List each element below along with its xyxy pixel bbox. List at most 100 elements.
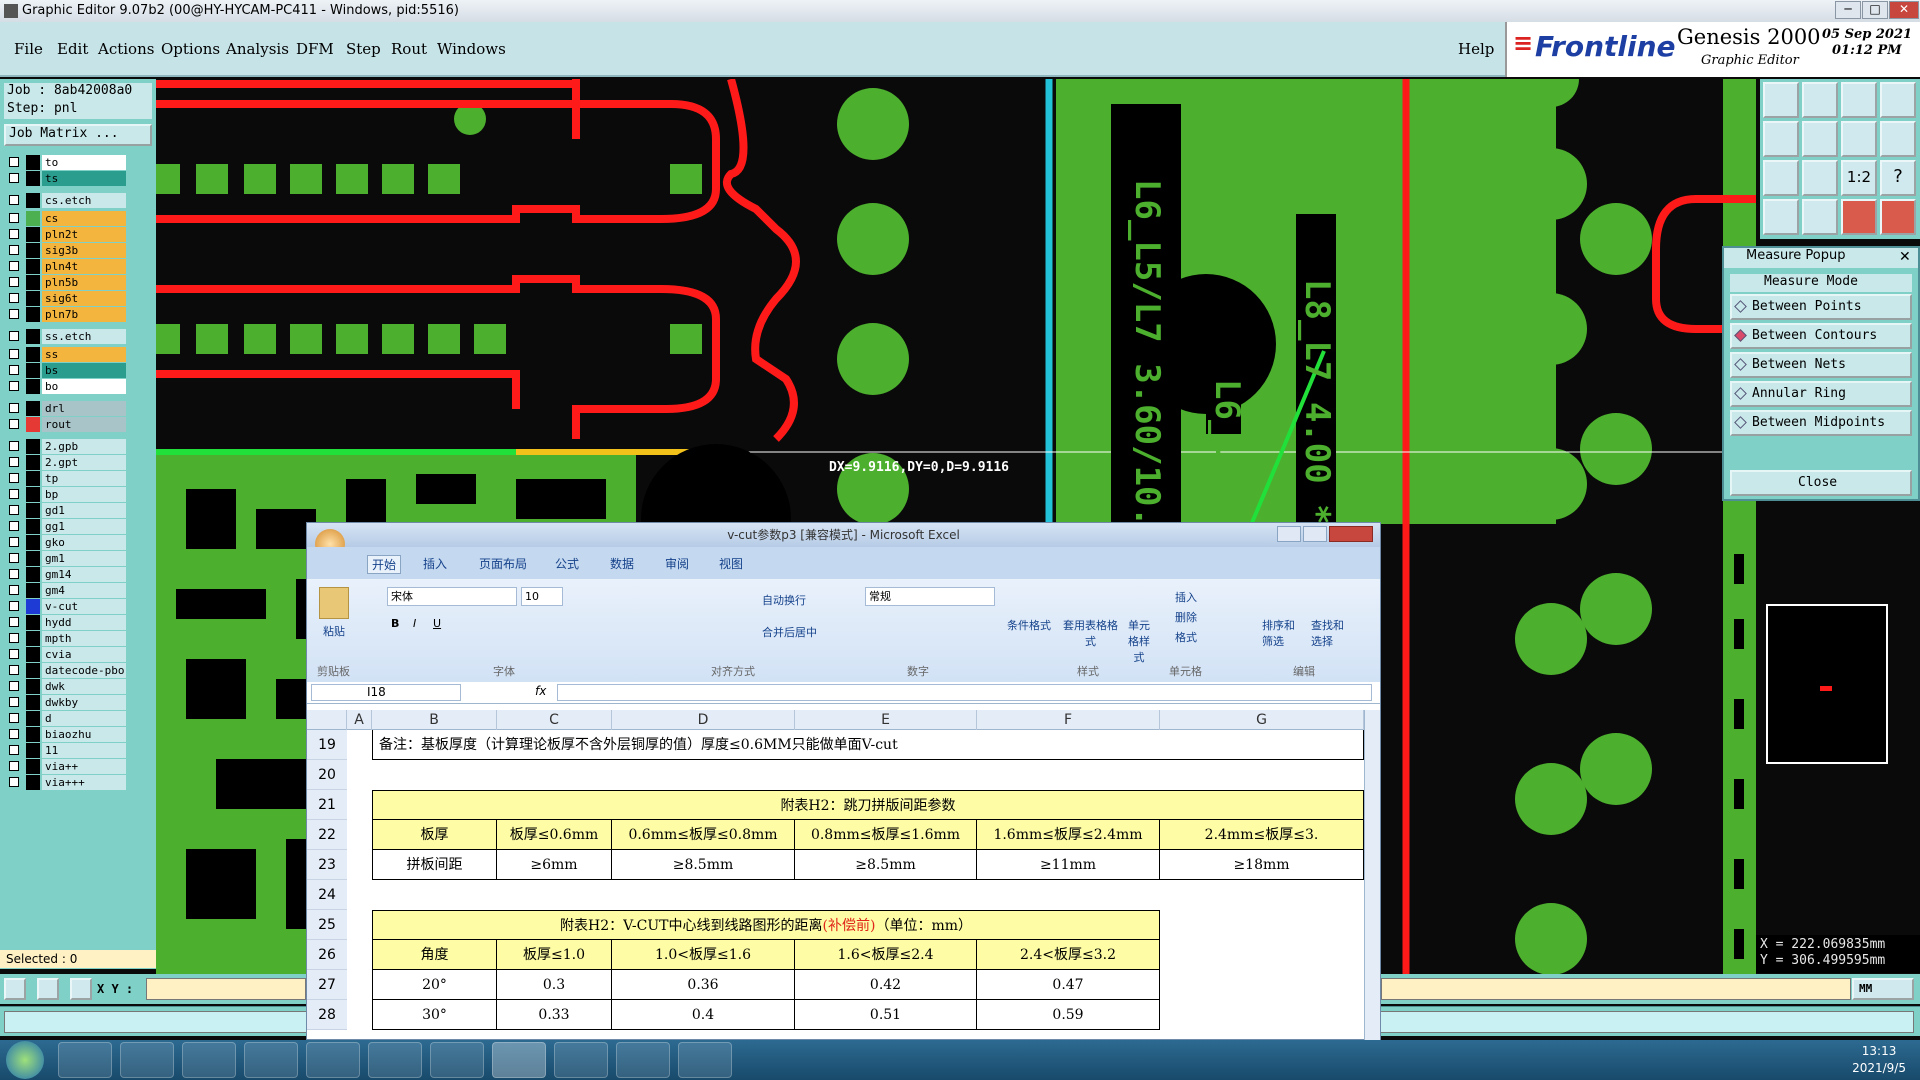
table-vcut-cell[interactable]: 0.33 (497, 1000, 612, 1030)
layer-checkbox[interactable] (9, 585, 19, 595)
row-header-27[interactable]: 27 (307, 970, 347, 1000)
layer-color-swatch[interactable] (26, 155, 40, 170)
measure-close-button[interactable]: Close (1730, 470, 1912, 496)
tool-home-icon[interactable] (1763, 82, 1799, 118)
layer-name[interactable]: biaozhu (42, 727, 126, 742)
table-h2-header-cell[interactable]: 2.4mm≤板厚≤3. (1160, 820, 1364, 850)
row-header-23[interactable]: 23 (307, 850, 347, 880)
paste-icon[interactable] (319, 587, 349, 619)
table-vcut-cell[interactable]: 30° (372, 1000, 497, 1030)
layer-name[interactable]: v-cut (42, 599, 126, 614)
mini-map[interactable] (1766, 604, 1888, 764)
tool-window-icon[interactable] (1880, 82, 1916, 118)
layer-checkbox[interactable] (9, 293, 19, 303)
layer-checkbox[interactable] (9, 537, 19, 547)
menu-edit[interactable]: Edit (57, 40, 88, 58)
layer-checkbox[interactable] (9, 633, 19, 643)
layer-color-swatch[interactable] (26, 599, 40, 614)
layer-name[interactable]: gm4 (42, 583, 126, 598)
tool-snap-icon[interactable] (1880, 121, 1916, 157)
layer-row-via+++[interactable]: via+++ (4, 775, 126, 790)
layer-checkbox[interactable] (9, 457, 19, 467)
layer-checkbox[interactable] (9, 331, 19, 341)
measure-option-between-nets[interactable]: Between Nets (1730, 352, 1912, 378)
table-vcut-cell[interactable]: 0.51 (795, 1000, 977, 1030)
layer-checkbox[interactable] (9, 761, 19, 771)
table-h2-value-cell[interactable]: ≥11mm (977, 850, 1160, 880)
layer-color-swatch[interactable] (26, 471, 40, 486)
table-vcut-cell[interactable]: 2.4<板厚≤3.2 (977, 940, 1160, 970)
tool-house-icon[interactable] (1841, 82, 1877, 118)
layer-color-swatch[interactable] (26, 275, 40, 290)
layer-row-cvia[interactable]: cvia (4, 647, 126, 662)
layer-name[interactable]: mpth (42, 631, 126, 646)
layer-row-d[interactable]: d (4, 711, 126, 726)
layer-row-sig3b[interactable]: sig3b (4, 243, 126, 258)
row-header-28[interactable]: 28 (307, 1000, 347, 1030)
table-h2-title[interactable]: 附表H2：跳刀拼版间距参数 (372, 790, 1364, 820)
layer-checkbox[interactable] (9, 157, 19, 167)
ribbon-tab-A[interactable]: 数据 (610, 555, 634, 572)
menu-step[interactable]: Step (346, 40, 381, 58)
layer-checkbox[interactable] (9, 473, 19, 483)
excel-maximize-button[interactable] (1303, 526, 1327, 542)
ribbon-tab-W[interactable]: 视图 (719, 555, 743, 572)
column-header-C[interactable]: C (497, 710, 612, 730)
table-h2-value-cell[interactable]: ≥18mm (1160, 850, 1364, 880)
measure-option-between-points[interactable]: Between Points (1730, 294, 1912, 320)
layer-checkbox[interactable] (9, 261, 19, 271)
layer-color-swatch[interactable] (26, 583, 40, 598)
layer-checkbox[interactable] (9, 521, 19, 531)
layer-row-gg1[interactable]: gg1 (4, 519, 126, 534)
menu-analysis[interactable]: Analysis (226, 40, 289, 58)
taskbar-genesis-icon[interactable] (368, 1042, 422, 1078)
layer-checkbox[interactable] (9, 729, 19, 739)
layer-name[interactable]: d (42, 711, 126, 726)
tool-zoom-icon[interactable] (1841, 121, 1877, 157)
row-header-22[interactable]: 22 (307, 820, 347, 850)
layer-color-swatch[interactable] (26, 535, 40, 550)
layer-name[interactable]: via++ (42, 759, 126, 774)
font-name-select[interactable]: 宋体 (387, 587, 517, 606)
layer-row-2.gpb[interactable]: 2.gpb (4, 439, 126, 454)
taskbar-app-icon[interactable] (244, 1042, 298, 1078)
layer-row-mpth[interactable]: mpth (4, 631, 126, 646)
layer-row-gm1[interactable]: gm1 (4, 551, 126, 566)
layer-checkbox[interactable] (9, 213, 19, 223)
job-matrix-button[interactable]: Job Matrix ... (4, 124, 152, 146)
layer-checkbox[interactable] (9, 553, 19, 563)
sort-filter-button[interactable]: 排序和筛选 (1262, 617, 1302, 649)
layer-row-2.gpt[interactable]: 2.gpt (4, 455, 126, 470)
layer-row-gko[interactable]: gko (4, 535, 126, 550)
find-select-button[interactable]: 查找和选择 (1311, 617, 1351, 649)
table-h2-value-cell[interactable]: ≥6mm (497, 850, 612, 880)
formula-input[interactable] (557, 684, 1372, 701)
layer-checkbox[interactable] (9, 349, 19, 359)
start-button-icon[interactable] (6, 1041, 44, 1079)
layer-color-swatch[interactable] (26, 193, 40, 208)
layer-checkbox[interactable] (9, 441, 19, 451)
layer-checkbox[interactable] (9, 173, 19, 183)
maximize-button[interactable]: □ (1862, 1, 1888, 19)
vertical-scrollbar[interactable] (1364, 710, 1380, 1040)
measure-option-between-contours[interactable]: Between Contours (1730, 323, 1912, 349)
conditional-format-button[interactable]: 条件格式 (1007, 617, 1051, 633)
table-h2-header-cell[interactable]: 0.8mm≤板厚≤1.6mm (795, 820, 977, 850)
tool-save-icon[interactable] (1802, 82, 1838, 118)
note-cell[interactable]: 备注：基板厚度（计算理论板厚不含外层铜厚的值）厚度≤0.6MM只能做单面V-cu… (372, 730, 1364, 760)
layer-color-swatch[interactable] (26, 679, 40, 694)
layer-row-bo[interactable]: bo (4, 379, 126, 394)
layer-checkbox[interactable] (9, 617, 19, 627)
table-h2-header-cell[interactable]: 0.6mm≤板厚≤0.8mm (612, 820, 795, 850)
layer-row-tp[interactable]: tp (4, 471, 126, 486)
menu-dfm[interactable]: DFM (296, 40, 334, 58)
row-header-26[interactable]: 26 (307, 940, 347, 970)
layer-row-sig6t[interactable]: sig6t (4, 291, 126, 306)
fx-icon[interactable]: fx (535, 684, 546, 698)
layer-color-swatch[interactable] (26, 307, 40, 322)
layer-name[interactable]: 2.gpb (42, 439, 126, 454)
close-button[interactable]: ✕ (1889, 1, 1919, 19)
layer-name[interactable]: via+++ (42, 775, 126, 790)
taskbar-viewer2-icon[interactable] (678, 1042, 732, 1078)
menu-file[interactable]: File (14, 40, 43, 58)
